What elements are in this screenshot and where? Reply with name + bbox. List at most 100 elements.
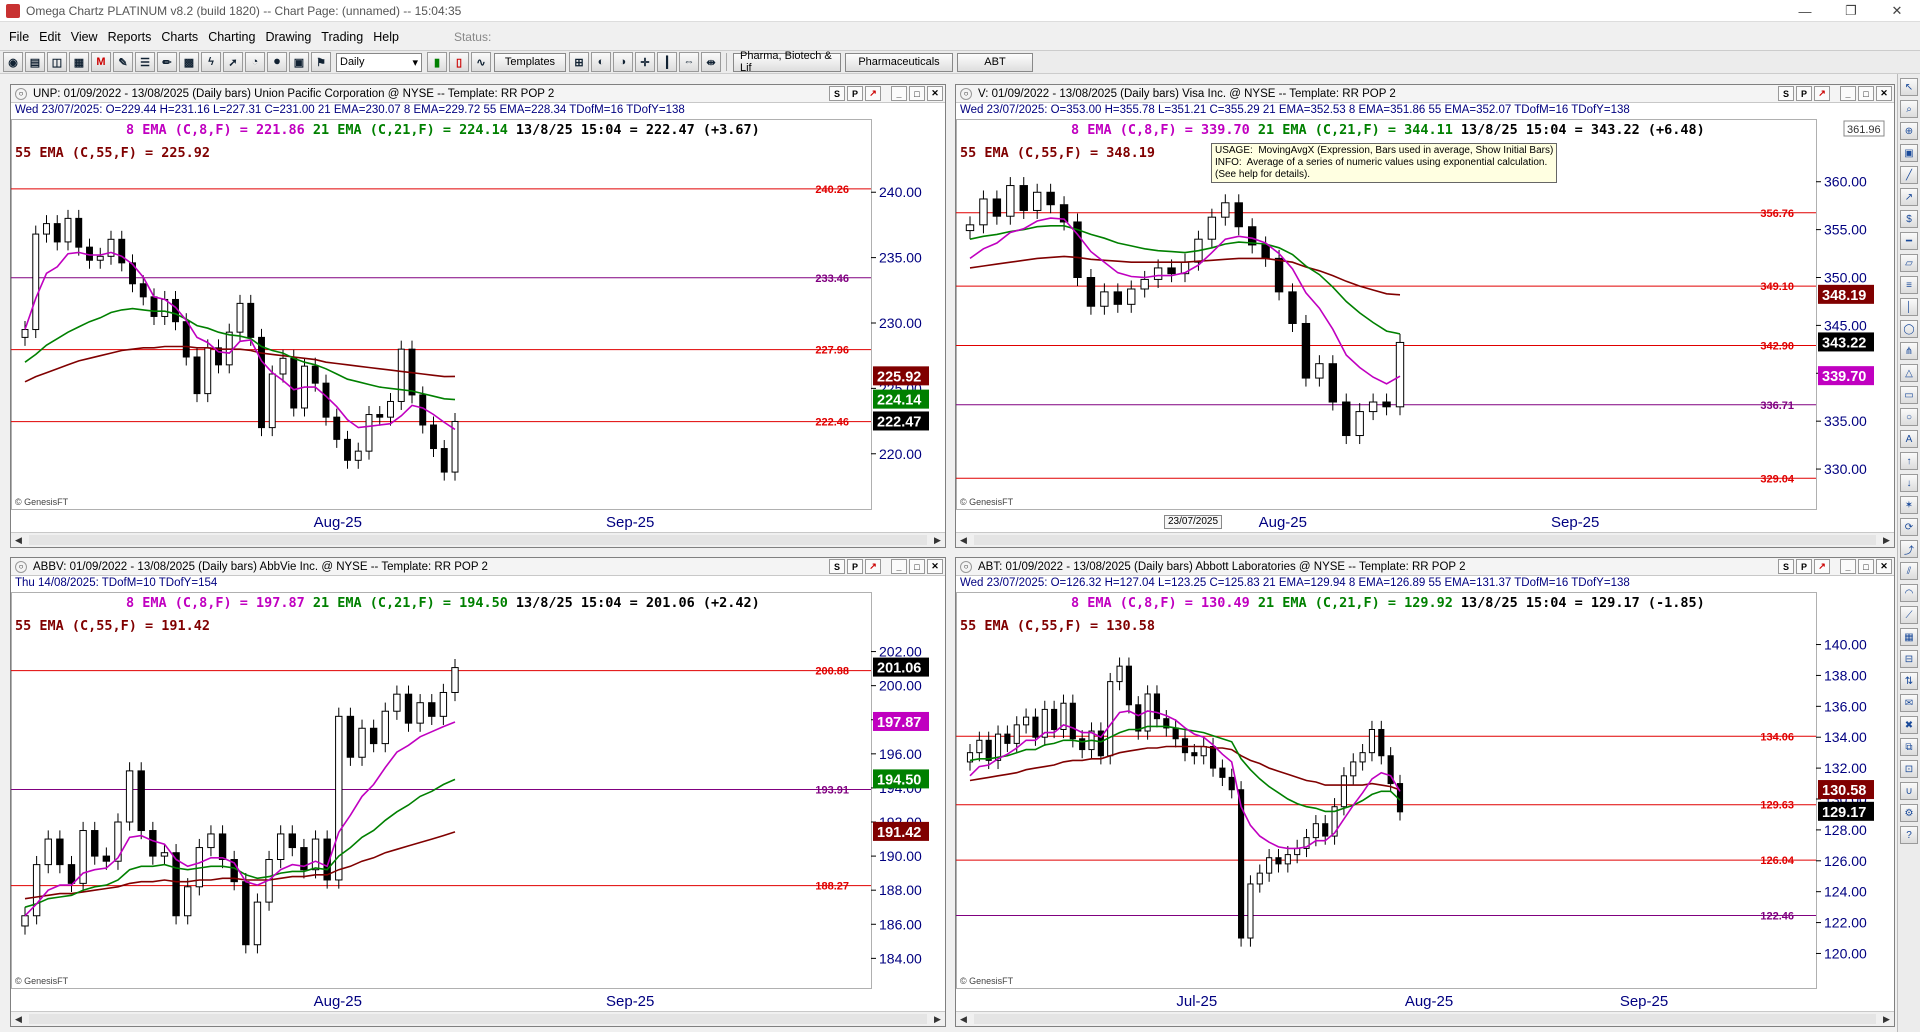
price-chart[interactable]: 200.88 193.91 188.27 8 EMA (C,8,F) = 197.87… [11,592,945,1012]
scroll-thumb[interactable] [974,1014,1876,1024]
pitchfork-icon[interactable]: ⋔ [1900,342,1918,360]
panel-s-button[interactable]: S [1778,559,1794,574]
menu-help[interactable]: Help [368,30,404,44]
dollar-icon[interactable]: $ [1900,210,1918,228]
image-icon[interactable]: ▣ [1900,144,1918,162]
ruler-tool-icon[interactable]: ⊟ [1900,650,1918,668]
panel-p-button[interactable]: P [847,559,863,574]
panel-maximize-button[interactable]: □ [909,559,925,574]
price-chart[interactable]: 134.06 129.63 126.04 122.46 8 EMA (C,8,F) = … [956,592,1894,1012]
horizontal-scrollbar[interactable]: ◀ ▶ [11,1011,945,1026]
lightning-icon[interactable]: ϟ [201,52,221,72]
templates-button[interactable]: Templates [494,52,566,72]
price-chart[interactable]: 240.26 233.46 227.96 222.46 8 EMA (C,8,F) = … [11,119,945,533]
vertical-line-icon[interactable]: ┃ [657,52,677,72]
tool-c-icon[interactable]: ◑ [613,52,633,72]
chart-panel-abbv[interactable]: ○ ABBV: 01/09/2022 - 13/08/2025 (Daily b… [10,557,946,1027]
horizontal-scrollbar[interactable]: ◀ ▶ [956,1011,1894,1026]
crosshair-icon[interactable]: ✛ [635,52,655,72]
pointer-icon[interactable]: ↖ [1900,78,1918,96]
scroll-thumb[interactable] [29,535,927,545]
period-select[interactable]: Daily ▾ [336,52,422,72]
scroll-left-icon[interactable]: ◀ [956,533,971,547]
panel-s-button[interactable]: S [829,86,845,101]
fan-icon[interactable]: ⟋ [1900,606,1918,624]
panel-p-button[interactable]: P [1796,559,1812,574]
gauge-icon[interactable]: ◔ [245,52,265,72]
layers-icon[interactable]: ⧉ [1900,738,1918,756]
scan-icon[interactable]: ▤ [25,52,45,72]
ruler-icon[interactable]: ◫ [47,52,67,72]
delete-icon[interactable]: ✖ [1900,716,1918,734]
panel-pin-icon[interactable]: ↗ [1814,86,1830,101]
panel-pin-icon[interactable]: ↗ [865,86,881,101]
panel-close-button[interactable]: ✕ [927,86,943,101]
pencil-icon[interactable]: ✏ [157,52,177,72]
panel-maximize-button[interactable]: □ [1858,559,1874,574]
arrow-down-icon[interactable]: ↓ [1900,474,1918,492]
record-icon[interactable]: ⏺ [267,52,287,72]
bar-chart-icon[interactable]: ▮ [427,52,447,72]
arc-icon[interactable]: ◠ [1900,584,1918,602]
scroll-left-icon[interactable]: ◀ [956,1012,971,1026]
flag-icon[interactable]: ⚑ [311,52,331,72]
trendline-icon[interactable]: ╱ [1900,166,1918,184]
triangle-icon[interactable]: △ [1900,364,1918,382]
chart-panel-v[interactable]: ○ V: 01/09/2022 - 13/08/2025 (Daily bars… [955,84,1895,548]
scroll-right-icon[interactable]: ▶ [1879,533,1894,547]
minimize-button[interactable]: — [1782,0,1828,22]
panel-maximize-button[interactable]: □ [1858,86,1874,101]
scroll-left-icon[interactable]: ◀ [11,1012,26,1026]
scroll-left-icon[interactable]: ◀ [11,533,26,547]
menu-charting[interactable]: Charting [203,30,260,44]
m-icon[interactable]: M [91,52,111,72]
menu-trading[interactable]: Trading [316,30,368,44]
hline-icon[interactable]: ━ [1900,232,1918,250]
note-icon[interactable]: ✉ [1900,694,1918,712]
portfolio-icon[interactable]: ▦ [69,52,89,72]
tab-pharmaceuticals[interactable]: Pharmaceuticals [845,52,953,72]
panel-p-button[interactable]: P [1796,86,1812,101]
tool-a-icon[interactable]: ⊞ [569,52,589,72]
lock-icon[interactable]: ⊡ [1900,760,1918,778]
help-icon[interactable]: ? [1900,826,1918,844]
chart-panel-unp[interactable]: ○ UNP: 01/09/2022 - 13/08/2025 (Daily ba… [10,84,946,548]
panel-close-button[interactable]: ✕ [1876,559,1892,574]
scroll-thumb[interactable] [974,535,1876,545]
horizontal-scrollbar[interactable]: ◀ ▶ [11,532,945,547]
measure-icon[interactable]: ⇅ [1900,672,1918,690]
rectangle-icon[interactable]: ▭ [1900,386,1918,404]
circle-icon[interactable]: ○ [1900,408,1918,426]
candle-chart-icon[interactable]: ▯ [449,52,469,72]
fib-icon[interactable]: ≡ [1900,276,1918,294]
text-icon[interactable]: A [1900,430,1918,448]
horizontal-scrollbar[interactable]: ◀ ▶ [956,532,1894,547]
brush-icon[interactable]: ✎ [113,52,133,72]
menu-reports[interactable]: Reports [103,30,157,44]
menu-charts[interactable]: Charts [156,30,203,44]
panel-close-button[interactable]: ✕ [927,559,943,574]
expand-icon[interactable]: ⇔ [679,52,699,72]
arrow-up-icon[interactable]: ↑ [1900,452,1918,470]
chart-icon[interactable]: ◉ [3,52,23,72]
cycle-icon[interactable]: ⟳ [1900,518,1918,536]
tool-b-icon[interactable]: ◐ [591,52,611,72]
scroll-thumb[interactable] [29,1014,927,1024]
ray-icon[interactable]: ↗ [1900,188,1918,206]
gann-icon[interactable]: ✶ [1900,496,1918,514]
menu-drawing[interactable]: Drawing [260,30,316,44]
scroll-right-icon[interactable]: ▶ [930,533,945,547]
ellipse-icon[interactable]: ◯ [1900,320,1918,338]
grid-icon[interactable]: ▩ [179,52,199,72]
panel-pin-icon[interactable]: ↗ [1814,559,1830,574]
panel-pin-icon[interactable]: ↗ [865,559,881,574]
panel-minimize-button[interactable]: _ [891,86,907,101]
channel-icon[interactable]: ▱ [1900,254,1918,272]
settings-icon[interactable]: ⚙ [1900,804,1918,822]
tab-abt[interactable]: ABT [957,52,1033,72]
scroll-right-icon[interactable]: ▶ [1879,1012,1894,1026]
magnet-icon[interactable]: ∪ [1900,782,1918,800]
chart-panel-abt[interactable]: ○ ABT: 01/09/2022 - 13/08/2025 (Daily ba… [955,557,1895,1027]
camera-icon[interactable]: ▣ [289,52,309,72]
zoom-icon[interactable]: ⌕ [1900,100,1918,118]
